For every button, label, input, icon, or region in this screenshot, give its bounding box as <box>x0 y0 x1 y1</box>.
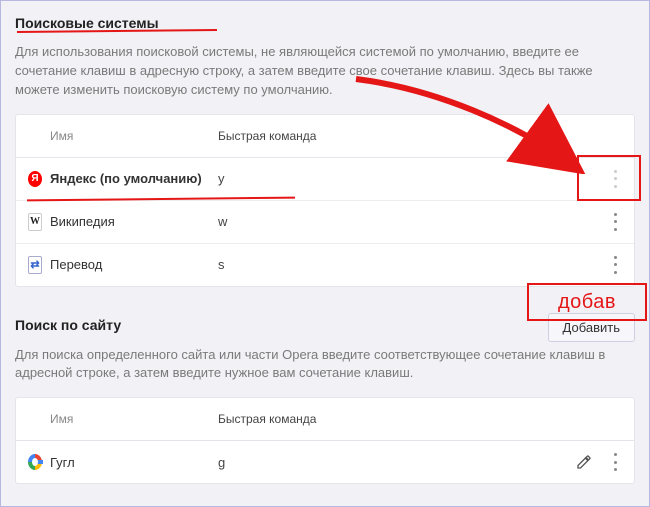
more-actions-button[interactable] <box>608 212 622 232</box>
engine-cmd: y <box>218 171 552 186</box>
section-title-site-search: Поиск по сайту <box>15 317 121 333</box>
yandex-icon: Я <box>28 171 42 187</box>
engine-name: Гугл <box>50 455 218 470</box>
engine-cmd: w <box>218 214 552 229</box>
more-actions-button[interactable] <box>608 452 622 472</box>
section-description: Для поиска определенного сайта или части… <box>15 346 635 384</box>
wikipedia-icon: W <box>28 213 42 231</box>
site-search-table: Имя Быстрая команда Гугл g <box>15 397 635 484</box>
engine-name: Яндекс (по умолчанию) <box>50 171 202 186</box>
google-icon <box>28 454 42 470</box>
section-description: Для использования поисковой системы, не … <box>15 43 635 100</box>
engine-cmd: g <box>218 455 552 470</box>
search-engines-table: Имя Быстрая команда Я Яндекс (по умолчан… <box>15 114 635 287</box>
table-row: ⇄ Перевод s <box>16 244 634 286</box>
table-row: Я Яндекс (по умолчанию) y <box>16 158 634 201</box>
translate-icon: ⇄ <box>28 256 42 274</box>
engine-name: Перевод <box>50 257 218 272</box>
col-header-cmd: Быстрая команда <box>218 412 552 426</box>
more-actions-button[interactable] <box>608 169 622 189</box>
table-row: W Википедия w <box>16 201 634 244</box>
col-header-name: Имя <box>50 129 218 143</box>
engine-cmd: s <box>218 257 552 272</box>
engine-name: Википедия <box>50 214 218 229</box>
add-button[interactable]: Добавить <box>548 313 635 342</box>
col-header-name: Имя <box>50 412 218 426</box>
section-title-search-engines: Поисковые системы <box>15 15 159 31</box>
col-header-cmd: Быстрая команда <box>218 129 552 143</box>
edit-icon[interactable] <box>576 454 592 470</box>
more-actions-button[interactable] <box>608 255 622 275</box>
table-row: Гугл g <box>16 441 634 483</box>
